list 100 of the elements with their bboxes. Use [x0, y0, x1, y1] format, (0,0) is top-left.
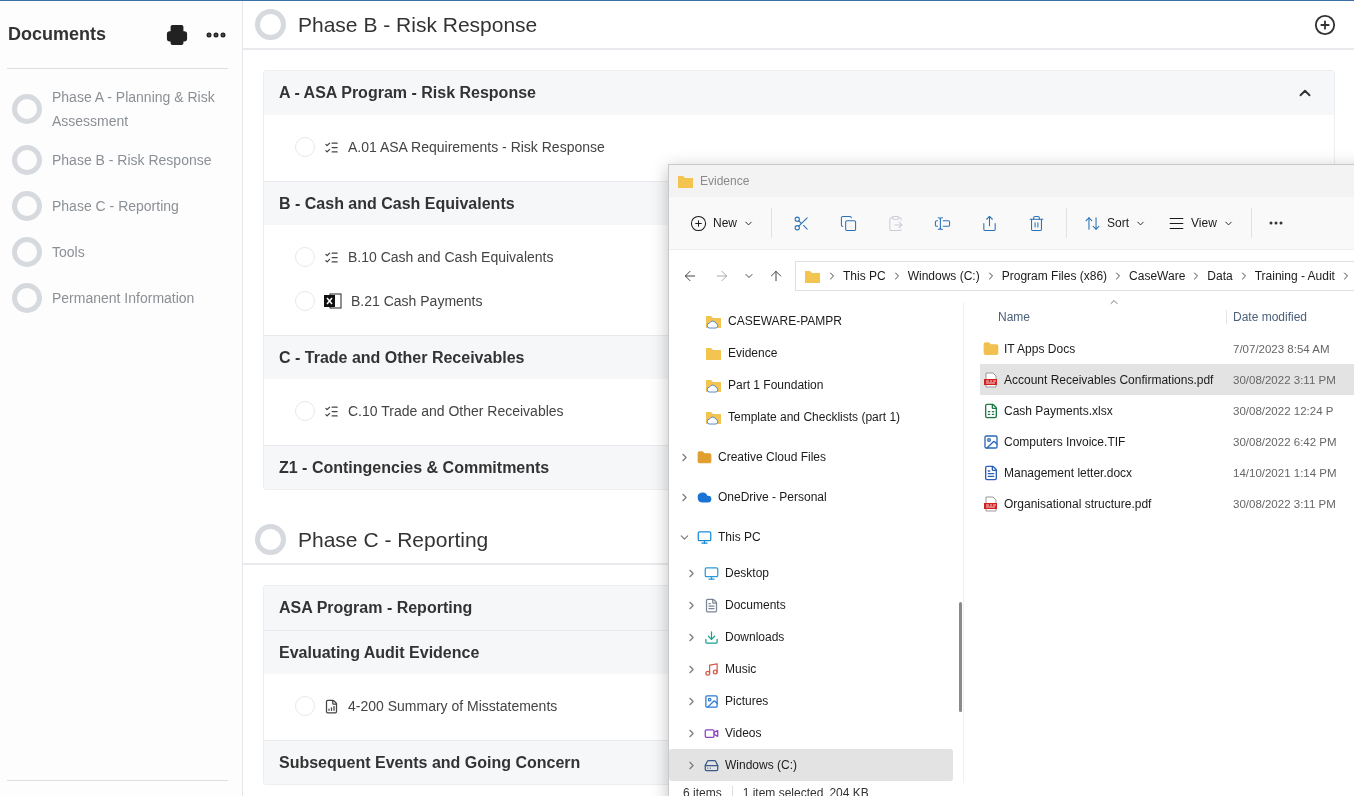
- nav-item[interactable]: Part 1 Foundation: [669, 369, 953, 401]
- document-link[interactable]: B.10 Cash and Cash Equivalents: [348, 249, 554, 265]
- scroll-thumb[interactable]: [959, 602, 962, 712]
- file-row[interactable]: Cash Payments.xlsx 30/08/2022 12:24 P: [980, 395, 1354, 426]
- cloud-icon: [697, 489, 712, 505]
- nav-item[interactable]: Desktop: [669, 557, 953, 589]
- nav-item[interactable]: This PC: [669, 517, 953, 557]
- progress-ring-icon: [12, 191, 42, 221]
- breadcrumb-item[interactable]: This PC: [843, 269, 886, 283]
- progress-ring-icon: [12, 237, 42, 267]
- phase-title: Phase C - Reporting: [298, 527, 489, 552]
- file-name: Cash Payments.xlsx: [1004, 403, 1113, 418]
- sort-icon: [1084, 214, 1101, 232]
- file-date: 7/07/2023 8:54 AM: [1232, 342, 1330, 355]
- plus-icon: [690, 214, 707, 232]
- excel-file-icon: [324, 293, 342, 309]
- file-name: IT Apps Docs: [1004, 341, 1076, 356]
- section-title[interactable]: Subsequent Events and Going Concern: [279, 753, 581, 772]
- file-date: 14/10/2021 1:14 PM: [1232, 466, 1337, 479]
- breadcrumb-item[interactable]: Training - Audit: [1254, 269, 1335, 283]
- checklist-icon: [324, 403, 339, 419]
- progress-ring-icon: [12, 145, 42, 175]
- file-name: Computers Invoice.TIF: [1004, 434, 1126, 449]
- breadcrumb-item[interactable]: Data: [1207, 269, 1233, 283]
- cloud-folder-icon: [705, 377, 722, 393]
- pdf-file-icon: [983, 371, 999, 388]
- monitor-icon: [697, 529, 712, 545]
- breadcrumb-item[interactable]: Program Files (x86): [1001, 269, 1108, 283]
- nav-item[interactable]: Music: [669, 653, 953, 685]
- document-link[interactable]: B.21 Cash Payments: [351, 293, 483, 309]
- cloud-folder-icon: [705, 409, 722, 425]
- file-row[interactable]: Account Receivables Confirmations.pdf 30/08/2022 3:11 PM: [980, 364, 1354, 395]
- nav-item[interactable]: OneDrive - Personal: [669, 477, 953, 517]
- back-icon: [682, 268, 698, 284]
- phase-title: Phase B - Risk Response: [298, 12, 538, 37]
- progress-ring-icon: [255, 9, 286, 40]
- section-title[interactable]: Evaluating Audit Evidence: [279, 643, 480, 662]
- nav-item[interactable]: CASEWARE-PAMPR: [669, 305, 953, 337]
- section-title[interactable]: Z1 - Contingencies & Commitments: [279, 458, 550, 477]
- column-header[interactable]: Date modified: [1226, 310, 1308, 324]
- file-row[interactable]: Organisational structure.pdf 30/08/2022 3:11 PM: [980, 488, 1354, 519]
- nav-item[interactable]: Windows (C:): [669, 749, 953, 781]
- nav-item[interactable]: Documents: [669, 589, 953, 621]
- nav-item[interactable]: Pictures: [669, 685, 953, 717]
- sidebar-title: Documents: [7, 24, 106, 45]
- checklist-icon: [324, 139, 339, 155]
- document-link[interactable]: A.01 ASA Requirements - Risk Response: [348, 139, 605, 155]
- file-date: 30/08/2022 12:24 P: [1232, 404, 1334, 417]
- nav-item[interactable]: Template and Checklists (part 1): [669, 401, 953, 433]
- nav-item[interactable]: Creative Cloud Files: [669, 437, 953, 477]
- breadcrumb-item[interactable]: CaseWare: [1129, 269, 1186, 283]
- file-date: 30/08/2022 6:42 PM: [1232, 435, 1337, 448]
- folder-icon: [705, 345, 722, 361]
- file-row[interactable]: IT Apps Docs 7/07/2023 8:54 AM: [980, 333, 1354, 364]
- forward-icon: [714, 268, 730, 284]
- file-row[interactable]: Management letter.docx 14/10/2021 1:14 PM: [980, 457, 1354, 488]
- download-icon: [704, 629, 719, 645]
- checklist-icon: [324, 249, 339, 265]
- document-icon: [704, 597, 719, 613]
- pdf-file-icon: [983, 495, 999, 512]
- more-icon: [1268, 221, 1283, 225]
- folder-icon: [677, 173, 694, 189]
- section-title[interactable]: C - Trade and Other Receivables: [279, 348, 525, 367]
- nav-item[interactable]: Evidence: [669, 337, 953, 369]
- file-date: 30/08/2022 3:11 PM: [1232, 497, 1336, 510]
- add-icon[interactable]: [1314, 13, 1336, 36]
- window-title: Evidence: [700, 174, 750, 188]
- document-file-icon: [983, 464, 999, 481]
- cloud-folder-icon: [705, 313, 722, 329]
- file-name: Account Receivables Confirmations.pdf: [1004, 372, 1214, 387]
- new-button[interactable]: New: [681, 207, 763, 239]
- section-title[interactable]: ASA Program - Reporting: [279, 599, 473, 617]
- nav-item[interactable]: Downloads: [669, 621, 953, 653]
- drive-icon: [704, 757, 719, 773]
- document-link[interactable]: 4-200 Summary of Misstatements: [348, 698, 558, 714]
- folder-icon: [804, 268, 821, 284]
- progress-ring-icon: [255, 524, 286, 555]
- image-file-icon: [983, 433, 999, 450]
- breadcrumb-item[interactable]: Windows (C:): [907, 269, 980, 283]
- picture-icon: [704, 693, 719, 709]
- column-header[interactable]: Name: [980, 310, 1226, 324]
- folder-icon: [983, 340, 999, 357]
- section-title[interactable]: B - Cash and Cash Equivalents: [279, 194, 515, 213]
- nav-item[interactable]: Videos: [669, 717, 953, 749]
- folder-icon: [697, 449, 712, 465]
- address-bar[interactable]: This PC Windows (C:) Program Files (x86) CaseWare Data Training - Audit: [795, 261, 1354, 291]
- music-icon: [704, 661, 719, 677]
- spreadsheet-file-icon: [983, 402, 999, 419]
- progress-ring-icon: [12, 283, 42, 313]
- view-button[interactable]: View: [1159, 207, 1243, 239]
- section-title[interactable]: A - ASA Program - Risk Response: [279, 84, 536, 102]
- progress-ring-icon: [12, 94, 42, 124]
- file-date: 30/08/2022 3:11 PM: [1232, 373, 1336, 386]
- up-icon: [768, 268, 784, 284]
- print-icon[interactable]: [166, 23, 188, 46]
- document-link[interactable]: C.10 Trade and Other Receivables: [348, 403, 564, 419]
- file-name: Organisational structure.pdf: [1004, 496, 1152, 511]
- file-row[interactable]: Computers Invoice.TIF 30/08/2022 6:42 PM: [980, 426, 1354, 457]
- sort-button[interactable]: Sort: [1075, 207, 1156, 239]
- chart-document-icon: [324, 698, 339, 714]
